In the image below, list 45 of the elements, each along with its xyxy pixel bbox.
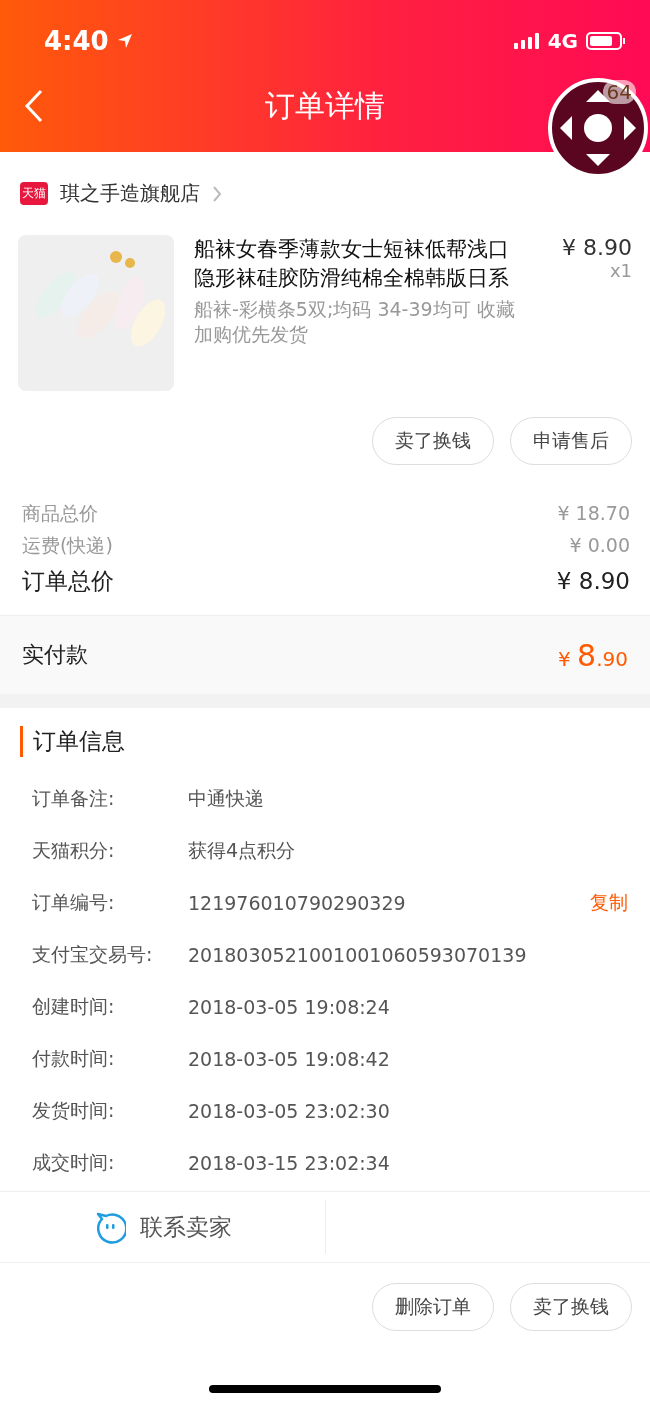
- signal-icon: [513, 33, 540, 49]
- info-value: 2018-03-05 19:08:24: [188, 996, 391, 1018]
- summary-value: ¥ 0.00: [569, 533, 630, 558]
- info-label: 付款时间:: [32, 1046, 116, 1071]
- info-label: 成交时间:: [32, 1150, 116, 1175]
- info-label: 支付宝交易号:: [32, 942, 154, 967]
- network-label: 4G: [547, 29, 578, 53]
- product-quantity: x1: [609, 260, 632, 281]
- summary-label: 订单总价: [22, 567, 114, 596]
- back-icon[interactable]: [24, 88, 44, 124]
- store-name[interactable]: 琪之手造旗舰店: [60, 180, 200, 207]
- battery-icon: [586, 32, 626, 50]
- summary-value: ¥ 8.90: [556, 567, 630, 596]
- page-title: 订单详情: [265, 86, 385, 125]
- info-value: 获得4点积分: [188, 838, 297, 863]
- summary-label: 商品总价: [22, 501, 98, 526]
- info-label: 订单编号:: [32, 890, 116, 915]
- product-title[interactable]: 船袜女春季薄款女士短袜低帮浅口隐形袜硅胶防滑纯棉全棉韩版日系: [194, 235, 528, 293]
- info-label: 天猫积分:: [32, 838, 116, 863]
- product-variant: 船袜-彩横条5双;均码 34-39均可 收藏加购优先发货: [194, 297, 516, 347]
- info-label: 发货时间:: [32, 1098, 116, 1123]
- section-title: 订单信息: [20, 726, 628, 757]
- action-button[interactable]: 申请售后: [510, 417, 632, 465]
- badge-count: 64: [602, 80, 636, 104]
- status-time: 4:40: [44, 26, 109, 56]
- store-logo: 天猫: [20, 182, 48, 205]
- info-value: 121976010790290329: [188, 892, 407, 914]
- chevron-right-icon[interactable]: [212, 184, 222, 203]
- paid-label: 实付款: [22, 641, 88, 669]
- info-label: 创建时间:: [32, 994, 116, 1019]
- summary-value: ¥ 18.70: [557, 501, 630, 526]
- contact-seller-button[interactable]: 联系卖家: [0, 1200, 326, 1254]
- info-value: 2018-03-15 23:02:34: [188, 1152, 391, 1174]
- location-arrow-icon: [116, 33, 133, 49]
- info-value: 2018030521001001060593070139: [188, 944, 528, 966]
- action-button[interactable]: 删除订单: [372, 1283, 494, 1331]
- product-price: ¥ 8.90: [562, 235, 632, 260]
- paid-amount: ¥ 8.90: [558, 637, 628, 673]
- info-value: 2018-03-05 23:02:30: [188, 1100, 391, 1122]
- summary-label: 运费(快递): [22, 533, 113, 558]
- action-button[interactable]: 卖了换钱: [372, 417, 494, 465]
- info-value: 中通快递: [188, 786, 265, 811]
- info-value: 2018-03-05 19:08:42: [188, 1048, 391, 1070]
- action-button[interactable]: 卖了换钱: [510, 1283, 632, 1331]
- info-label: 订单备注:: [32, 786, 116, 811]
